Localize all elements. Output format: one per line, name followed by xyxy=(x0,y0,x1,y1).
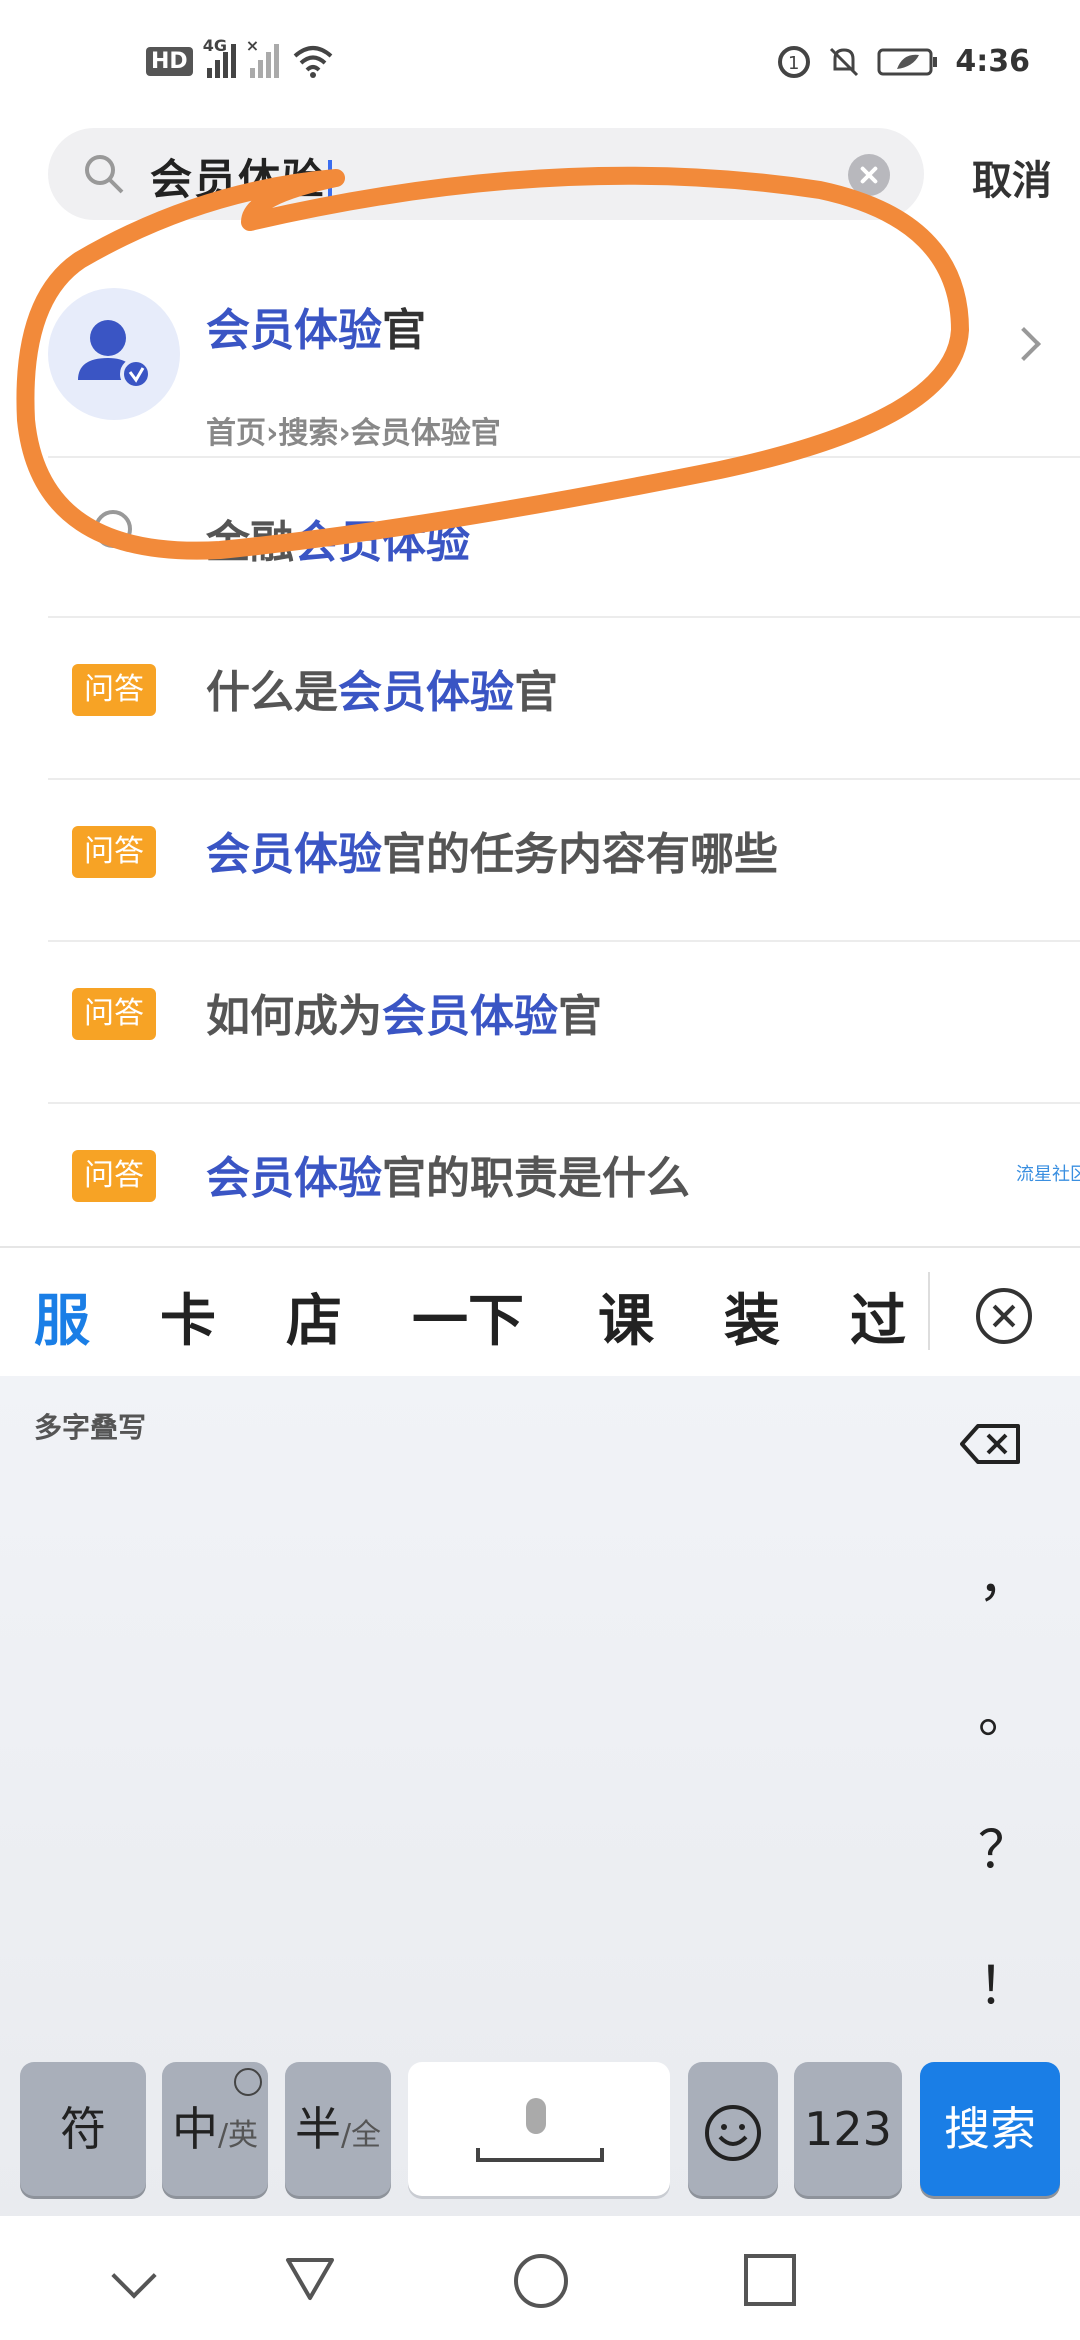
back-triangle-icon[interactable] xyxy=(284,2256,336,2302)
qa-badge: 问答 xyxy=(72,1150,156,1202)
battery-icon xyxy=(877,48,938,75)
top-result-item[interactable]: 会员体验官 首页›搜索›会员体验官 xyxy=(48,252,1080,458)
recent-apps-icon[interactable] xyxy=(744,2254,796,2306)
width-main-label: 半 xyxy=(294,2102,341,2156)
qa-text: 会员体验官的职责是什么 xyxy=(206,1142,690,1206)
qa-item[interactable]: 问答 会员体验官的任务内容有哪些 xyxy=(48,780,1080,942)
punct-comma-key[interactable]: ， xyxy=(978,1536,1030,1611)
status-left: HD 4G × xyxy=(146,36,333,78)
punct-period-key[interactable]: 。 xyxy=(978,1672,1030,1747)
suggestion-item[interactable]: 金融会员体验 xyxy=(48,456,1080,618)
suggestion-text: 金融会员体验 xyxy=(206,506,470,570)
qa-badge: 问答 xyxy=(72,664,156,716)
qa-highlight: 会员体验 xyxy=(206,1153,382,1204)
search-bar[interactable]: 会员体验 xyxy=(48,128,924,220)
search-key[interactable]: 搜索 xyxy=(920,2062,1060,2196)
language-toggle-key[interactable]: 中/英 xyxy=(162,2062,268,2196)
candidate-word[interactable]: 卡 xyxy=(160,1276,216,1357)
handwriting-mode-label[interactable]: 多字叠写 xyxy=(34,1406,146,1446)
hd-badge: HD xyxy=(146,46,193,76)
title-rest: 官 xyxy=(382,305,426,356)
candidate-bar: 服 卡 店 一下 课 装 过 xyxy=(0,1246,1080,1378)
data-saver-icon: 1 xyxy=(778,45,811,78)
suggestion-highlight: 会员体验 xyxy=(294,517,470,568)
qa-item[interactable]: 问答 如何成为会员体验官 xyxy=(48,942,1080,1104)
candidate-word[interactable]: 服 xyxy=(34,1276,90,1357)
qa-post: 官 xyxy=(558,991,602,1042)
candidate-word[interactable]: 店 xyxy=(286,1276,342,1357)
search-icon xyxy=(94,510,132,548)
result-title: 会员体验官 xyxy=(206,294,426,358)
close-candidates-icon[interactable] xyxy=(976,1288,1032,1344)
search-input[interactable]: 会员体验 xyxy=(150,146,333,207)
home-icon[interactable] xyxy=(514,2254,568,2308)
qa-badge: 问答 xyxy=(72,988,156,1040)
qa-text: 什么是会员体验官 xyxy=(206,656,558,720)
backspace-icon[interactable] xyxy=(960,1422,1022,1466)
globe-icon xyxy=(234,2068,262,2096)
watermark: 流星社区 xyxy=(1016,1164,1080,1185)
navigation-bar xyxy=(0,2216,1080,2340)
search-icon xyxy=(85,155,124,194)
qa-item[interactable]: 问答 什么是会员体验官 xyxy=(48,618,1080,780)
candidate-word[interactable]: 装 xyxy=(724,1276,780,1357)
qa-badge: 问答 xyxy=(72,826,156,878)
svg-text:1: 1 xyxy=(788,53,799,74)
mute-icon xyxy=(830,47,859,76)
emoji-icon xyxy=(705,2104,761,2161)
chevron-down-icon[interactable] xyxy=(111,2253,157,2299)
qa-highlight: 会员体验 xyxy=(206,829,382,880)
qa-post: 官 xyxy=(514,667,558,718)
cancel-button[interactable]: 取消 xyxy=(972,148,1052,206)
qa-text: 会员体验官的任务内容有哪些 xyxy=(206,818,778,882)
lang-main-label: 中 xyxy=(171,2102,218,2156)
microphone-icon[interactable] xyxy=(526,2098,546,2134)
status-bar: HD 4G × 1 4:36 xyxy=(0,0,1080,120)
qa-pre: 如何成为 xyxy=(206,991,382,1042)
text-caret xyxy=(328,159,333,206)
status-right: 1 4:36 xyxy=(777,44,1030,79)
no-signal-label: × xyxy=(245,36,260,55)
member-icon xyxy=(78,320,152,390)
candidate-divider xyxy=(928,1272,930,1350)
signal-icon: 4G xyxy=(203,36,236,78)
signal-icon-2: × xyxy=(246,36,279,78)
width-toggle-key[interactable]: 半/全 xyxy=(285,2062,391,2196)
search-query: 会员体验 xyxy=(150,155,327,204)
candidate-word[interactable]: 课 xyxy=(598,1276,654,1357)
result-path: 首页›搜索›会员体验官 xyxy=(206,416,501,451)
punct-exclaim-key[interactable]: ！ xyxy=(978,1944,1030,2019)
avatar xyxy=(48,288,180,420)
space-key[interactable] xyxy=(408,2062,670,2196)
qa-text: 如何成为会员体验官 xyxy=(206,980,602,1044)
suggestion-pre: 金融 xyxy=(206,517,294,568)
network-type-label: 4G xyxy=(202,36,227,55)
candidate-word[interactable]: 一下 xyxy=(412,1276,524,1357)
emoji-key[interactable] xyxy=(688,2062,778,2196)
candidate-word[interactable]: 过 xyxy=(850,1276,906,1357)
title-highlight: 会员体验 xyxy=(206,305,382,356)
clock: 4:36 xyxy=(955,44,1030,79)
clear-search-button[interactable] xyxy=(848,154,890,196)
qa-pre: 什么是 xyxy=(206,667,338,718)
qa-post: 官的职责是什么 xyxy=(382,1153,690,1204)
punct-question-key[interactable]: ？ xyxy=(978,1808,1030,1883)
space-icon xyxy=(476,2148,604,2162)
qa-highlight: 会员体验 xyxy=(338,667,514,718)
width-alt-label: /全 xyxy=(340,2118,382,2153)
lang-alt-label: /英 xyxy=(217,2118,259,2153)
qa-post: 官的任务内容有哪些 xyxy=(382,829,778,880)
symbol-key[interactable]: 符 xyxy=(20,2062,146,2196)
numbers-key[interactable]: 123 xyxy=(794,2062,902,2196)
wifi-icon xyxy=(293,46,333,78)
chevron-right-icon xyxy=(1007,327,1041,361)
qa-item[interactable]: 问答 会员体验官的职责是什么 xyxy=(48,1104,1080,1244)
qa-highlight: 会员体验 xyxy=(382,991,558,1042)
